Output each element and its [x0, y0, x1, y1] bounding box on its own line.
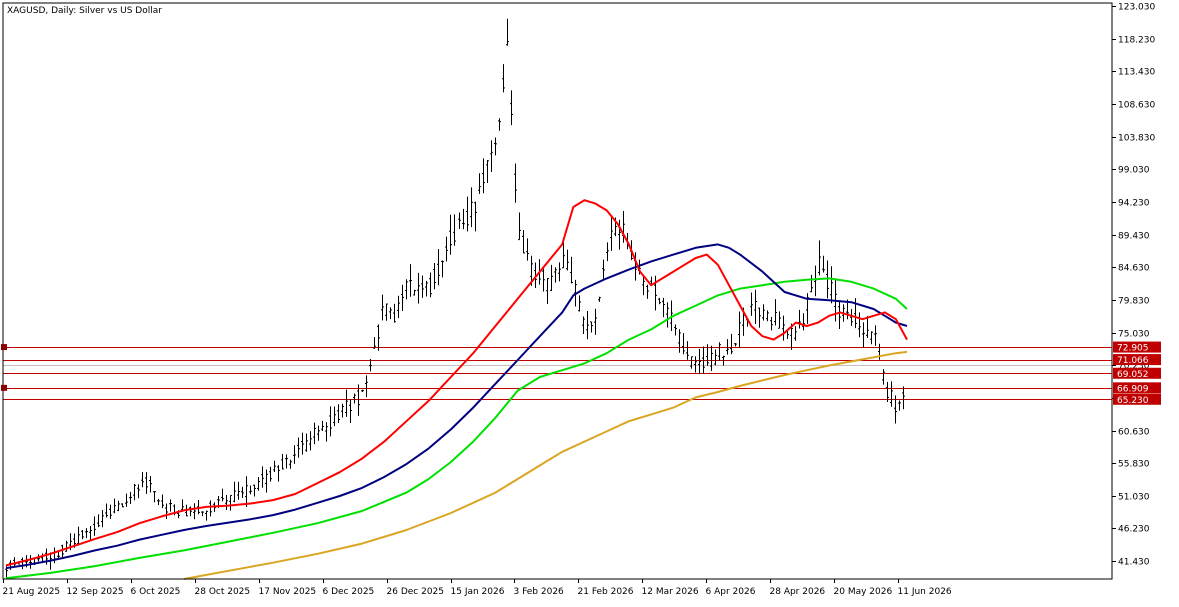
price-line-handle	[1, 344, 7, 351]
x-tick-label: 12 Sep 2025	[67, 587, 124, 597]
x-tick-label: 11 Jun 2026	[898, 587, 952, 597]
x-tick-label: 3 Feb 2026	[514, 587, 565, 597]
y-tick-label: 60.630	[1118, 428, 1150, 438]
y-tick-label: 75.030	[1118, 330, 1150, 340]
x-tick-label: 20 May 2026	[834, 587, 893, 597]
y-tick-label: 89.430	[1118, 232, 1150, 242]
price-chart: 123.030 118.230 113.430 108.630 103.830 99.03…	[0, 0, 1179, 602]
price-tag-label: 69.052	[1117, 370, 1149, 380]
x-tick-label: 15 Jan 2026	[451, 587, 505, 597]
y-tick-label: 94.230	[1118, 199, 1150, 209]
y-tick-label: 108.630	[1118, 101, 1155, 111]
price-tag-label: 66.909	[1117, 384, 1149, 394]
x-tick-label: 21 Aug 2025	[3, 587, 61, 597]
y-tick-label: 99.030	[1118, 166, 1150, 176]
x-tick-label: 28 Apr 2026	[770, 587, 826, 597]
y-tick-label: 103.830	[1118, 134, 1155, 144]
price-tag-label: 72.905	[1117, 344, 1149, 354]
x-tick-label: 26 Dec 2025	[387, 587, 445, 597]
y-tick-label: 79.830	[1118, 297, 1150, 307]
y-tick-label: 123.030	[1118, 3, 1155, 13]
price-tag-label: 71.066	[1117, 356, 1149, 366]
x-tick-label: 6 Dec 2025	[323, 587, 375, 597]
price-tag-label: 65.230	[1117, 396, 1149, 406]
x-tick-label: 6 Oct 2025	[131, 587, 181, 597]
y-tick-label: 41.430	[1118, 558, 1150, 568]
y-tick-label: 118.230	[1118, 36, 1155, 46]
y-tick-label: 84.630	[1118, 264, 1150, 274]
x-tick-label: 17 Nov 2025	[259, 587, 317, 597]
chart-title: XAGUSD, Daily: Silver vs US Dollar	[7, 6, 162, 16]
price-line-handle	[1, 384, 7, 391]
y-tick-label: 51.030	[1118, 493, 1150, 503]
y-tick-label: 55.830	[1118, 460, 1150, 470]
x-tick-label: 21 Feb 2026	[578, 587, 634, 597]
y-tick-label: 46.230	[1118, 525, 1150, 535]
x-tick-label: 28 Oct 2025	[195, 587, 251, 597]
y-tick-label: 113.430	[1118, 68, 1155, 78]
x-tick-label: 6 Apr 2026	[706, 587, 756, 597]
chart-root: 123.030 118.230 113.430 108.630 103.830 99.03…	[0, 0, 1179, 602]
x-tick-label: 12 Mar 2026	[642, 587, 699, 597]
